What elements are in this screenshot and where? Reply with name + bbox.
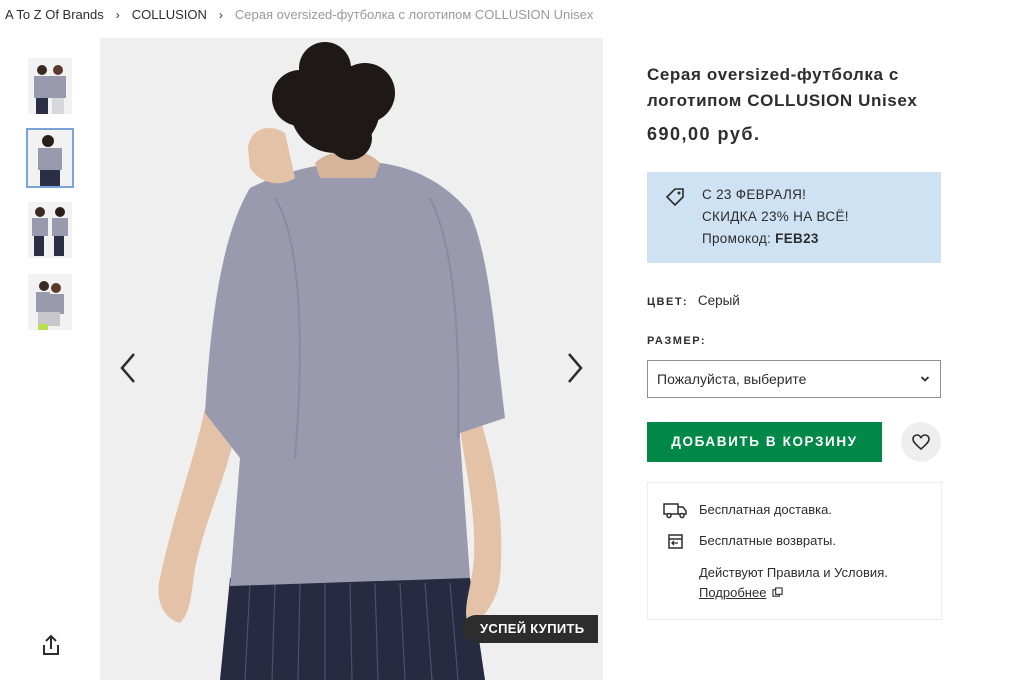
color-row: ЦВЕТ: Серый <box>647 293 740 308</box>
more-info-link[interactable]: Подробнее <box>699 585 766 600</box>
breadcrumb-separator: › <box>115 7 120 22</box>
share-button[interactable] <box>38 632 64 658</box>
previous-image-button[interactable] <box>114 348 144 388</box>
returns-icon <box>668 534 683 549</box>
save-to-favourites-button[interactable] <box>901 422 941 462</box>
product-image[interactable]: УСПЕЙ КУПИТЬ <box>100 38 603 680</box>
breadcrumb-current: Серая oversized-футболка с логотипом COL… <box>234 7 594 22</box>
chevron-right-icon <box>568 353 583 383</box>
delivery-info-box: Бесплатная доставка. Бесплатные возвраты… <box>647 482 942 620</box>
free-returns-text: Бесплатные возвраты. <box>699 533 836 548</box>
promo-line-1: С 23 ФЕВРАЛЯ! <box>702 187 807 202</box>
thumbnail-3[interactable] <box>28 202 72 258</box>
promo-code-label: Промокод: <box>702 231 772 246</box>
size-select-placeholder: Пожалуйста, выберите <box>657 371 807 387</box>
product-photo <box>100 38 603 680</box>
breadcrumb: A To Z Of Brands › COLLUSION › Серая ove… <box>5 7 593 22</box>
external-link-icon <box>772 587 783 597</box>
thumbnail-2-image <box>28 130 72 186</box>
add-to-cart-button[interactable]: ДОБАВИТЬ В КОРЗИНУ <box>647 422 882 462</box>
thumbnail-2[interactable] <box>26 128 74 188</box>
product-price: 690,00 руб. <box>647 124 761 144</box>
thumbnail-4-image <box>28 274 72 330</box>
more-info-link-row: Подробнее <box>699 585 783 600</box>
promo-line-2: СКИДКА 23% НА ВСЁ! <box>702 209 849 224</box>
hurry-badge: УСПЕЙ КУПИТЬ <box>462 615 599 643</box>
thumbnail-1[interactable] <box>28 58 72 114</box>
breadcrumb-separator: › <box>218 7 223 22</box>
heart-icon <box>912 434 930 451</box>
thumbnail-1-image <box>28 58 72 114</box>
chevron-down-icon <box>920 376 930 382</box>
thumbnail-4[interactable] <box>28 274 72 330</box>
promo-code-value: FEB23 <box>775 231 819 246</box>
next-image-button[interactable] <box>559 348 589 388</box>
thumbnail-3-image <box>28 202 72 258</box>
color-value: Серый <box>697 293 740 308</box>
product-title: Серая oversized-футболка с логотипом COL… <box>647 65 918 110</box>
thumbnail-list <box>26 58 76 346</box>
size-select[interactable]: Пожалуйста, выберите <box>647 360 941 398</box>
share-icon <box>43 634 59 655</box>
tag-icon <box>665 188 684 207</box>
terms-text: Действуют Правила и Условия. <box>699 565 888 580</box>
promo-banner: С 23 ФЕВРАЛЯ! СКИДКА 23% НА ВСЁ! Промоко… <box>647 172 941 263</box>
size-label: РАЗМЕР: <box>647 335 707 347</box>
breadcrumb-item-brands[interactable]: A To Z Of Brands <box>5 7 104 22</box>
truck-icon <box>663 503 687 519</box>
free-delivery-text: Бесплатная доставка. <box>699 502 832 517</box>
promo-code: Промокод: FEB23 <box>702 228 849 250</box>
color-label: ЦВЕТ: <box>647 296 689 308</box>
product-details: Серая oversized-футболка с логотипом COL… <box>647 62 947 145</box>
chevron-left-icon <box>120 353 135 383</box>
breadcrumb-item-collusion[interactable]: COLLUSION <box>132 7 207 22</box>
